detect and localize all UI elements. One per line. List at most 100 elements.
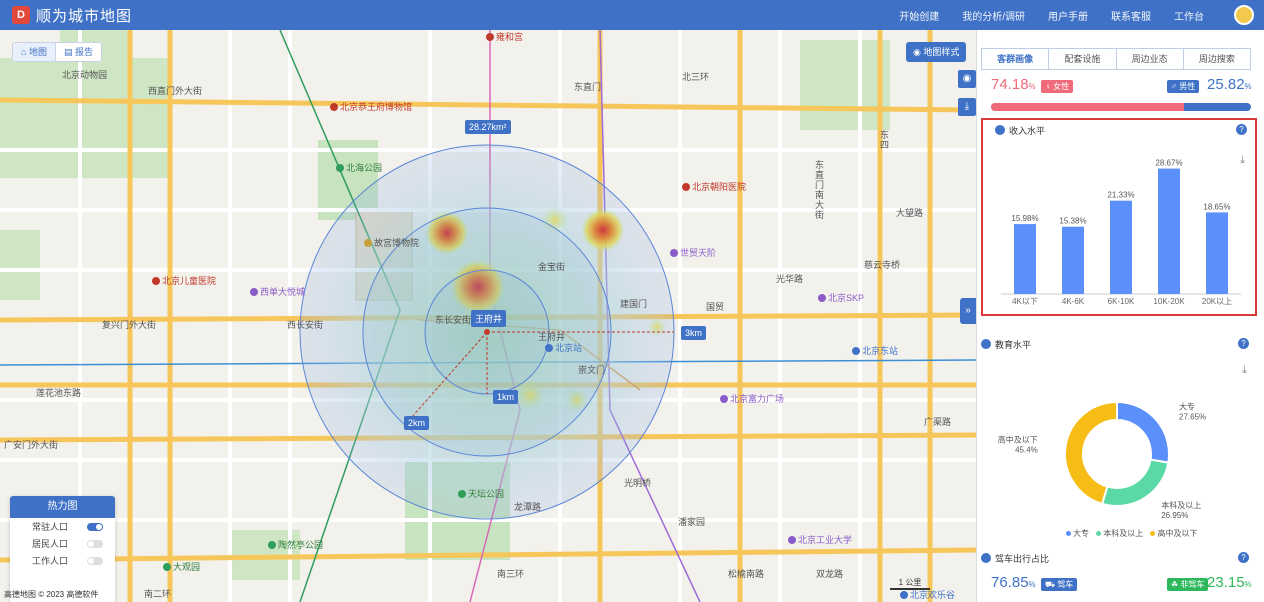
layer-toggle-resident[interactable]	[87, 522, 103, 531]
map-label: 金宝街	[538, 262, 566, 272]
center-label: 王府井	[471, 310, 507, 327]
income-category-label: 6K-10K	[1108, 297, 1135, 306]
poi-r-and-f-plaza: 北京富力广场	[720, 392, 784, 405]
tab-map[interactable]: ⌂ 地图	[13, 43, 56, 61]
poi-yonghegong: 雍和宫	[486, 30, 523, 43]
poi-the-place: 世贸天阶	[670, 246, 716, 259]
education-donut-chart: 大专27.65% 本科及以上26.95% 高中及以下45.4%	[998, 400, 1206, 520]
park-chaoyang	[800, 40, 890, 130]
male-icon: ♂	[1171, 82, 1180, 91]
gender-bar	[991, 103, 1251, 111]
map-mode-switch: ⌂ 地图 ▤ 报告	[12, 42, 102, 62]
buffer-area-label: 28.27km²	[465, 120, 511, 134]
app-logo[interactable]: D	[12, 6, 30, 24]
map-label: 龙潭路	[514, 502, 542, 512]
tab-business[interactable]: 周边业态	[1117, 49, 1184, 69]
income-category-label: 4K以下	[1012, 297, 1038, 306]
layer-toggle-residence[interactable]	[87, 539, 103, 548]
help-icon[interactable]: ?	[1238, 552, 1249, 563]
help-icon[interactable]: ?	[1238, 338, 1249, 349]
education-slice	[1100, 458, 1170, 507]
chevron-right-icon: »	[965, 305, 971, 316]
user-avatar[interactable]	[1234, 5, 1254, 25]
radius-label-3km: 3km	[681, 326, 707, 340]
income-category-label: 4K-6K	[1062, 297, 1085, 306]
graduation-cap-icon	[981, 339, 991, 349]
car-icon: ⛟	[1045, 580, 1058, 589]
map-label: 南三环	[497, 569, 525, 579]
gender-ratio: 74.18% ♀ 女性 ♂ 男性 25.82%	[991, 76, 1253, 98]
help-icon[interactable]: ?	[1236, 124, 1247, 135]
nav-start-create[interactable]: 开始创建	[899, 8, 939, 23]
income-value-label: 21.33%	[1107, 191, 1134, 200]
panel-collapse-button[interactable]: »	[960, 298, 976, 324]
panel-tabs: 客群画像 配套设施 周边业态 周边搜索	[981, 48, 1251, 70]
map-label: 西直门外大街	[148, 86, 203, 96]
layer-item-resident: 常驻人口	[10, 518, 115, 535]
poi-bjut: 北京工业大学	[788, 533, 852, 546]
layer-toggle-work[interactable]	[87, 556, 103, 565]
map-label: 崇文门	[578, 365, 606, 375]
nav-contact-service[interactable]: 联系客服	[1111, 8, 1151, 23]
poi-forbidden-city: 故宫博物院	[364, 236, 419, 249]
income-bar	[1158, 168, 1180, 294]
download-icon[interactable]: ⤓	[958, 98, 976, 116]
male-percent: 25.82%	[1207, 76, 1252, 93]
poi-museum: 北京恭王府博物馆	[330, 100, 412, 113]
eye-icon[interactable]: ◉	[958, 70, 976, 88]
gender-bar-female-fill	[991, 103, 1184, 111]
income-card: 收入水平 ? ⤓ 15.98% 4K以下 15.38% 4K-6K 21.33% 6K-1…	[981, 118, 1257, 316]
map-label: 慈云寺桥	[864, 260, 901, 270]
map-label: 国贸	[706, 302, 725, 312]
poi-skp: 北京SKP	[818, 291, 864, 304]
poi-xidan-joycity: 西单大悦城	[250, 285, 305, 298]
map-label: 复兴门外大街	[102, 320, 157, 330]
drive-badge: ⛟ 驾车	[1041, 578, 1078, 591]
poi-beihai: 北海公园	[336, 161, 382, 174]
map-label: 光明桥	[624, 478, 652, 488]
nav-user-manual[interactable]: 用户手册	[1048, 8, 1088, 23]
map-label: 西长安街	[287, 320, 324, 330]
income-value-label: 28.67%	[1155, 159, 1182, 168]
map-label: 松榆南路	[728, 569, 765, 579]
tab-search[interactable]: 周边搜索	[1184, 49, 1250, 69]
nav-workspace[interactable]: 工作台	[1174, 8, 1204, 23]
tab-report[interactable]: ▤ 报告	[56, 43, 101, 61]
radius-label-2km: 2km	[404, 416, 430, 430]
income-bar	[1014, 224, 1036, 294]
map-label: 南二环	[144, 589, 172, 599]
map-label: 莲花池东路	[36, 388, 82, 398]
education-slice	[1116, 400, 1170, 464]
education-slice-value: 45.4%	[1015, 445, 1038, 454]
female-icon: ♀	[1045, 82, 1054, 91]
map-label: 东长安街	[435, 315, 472, 325]
education-title: 教育水平	[995, 339, 1032, 350]
map-style-button[interactable]: ◉ 地图样式	[906, 42, 967, 62]
layer-item-work: 工作人口	[10, 552, 115, 569]
poi-beijing-east-station: 北京东站	[852, 344, 898, 357]
map-label: 广安门外大街	[4, 440, 59, 450]
tab-customer-profile[interactable]: 客群画像	[982, 49, 1050, 69]
female-percent: 74.18%	[991, 76, 1036, 93]
female-badge: ♀ 女性	[1041, 80, 1074, 93]
income-bar	[1206, 212, 1228, 294]
palette-icon: ◉	[913, 47, 924, 57]
income-bar	[1062, 226, 1084, 294]
top-nav: 开始创建 我的分析/调研 用户手册 联系客服 工作台	[876, 0, 1204, 30]
heatmap-layer-popup: 热力图 常驻人口 居民人口 工作人口	[10, 496, 115, 602]
income-icon	[995, 125, 1005, 135]
poi-children-hospital: 北京儿童医院	[152, 274, 216, 287]
education-slice-name: 本科及以上	[1161, 500, 1201, 510]
poi-chaoyang-hospital: 北京朝阳医院	[682, 180, 746, 193]
map-label: 大望路	[896, 208, 924, 218]
map-copyright: 高德地图 © 2023 高德软件	[4, 590, 99, 599]
map-label: 潘家园	[678, 517, 706, 527]
education-legend: 大专 本科及以上 高中及以下	[1061, 528, 1197, 539]
non-drive-percent: 23.15%	[1207, 574, 1252, 591]
education-card: 教育水平 ? ⤓ 大专 27.65% 本科及以上 26.95% 高中及以下 45.4% 大…	[981, 334, 1257, 544]
income-title: 收入水平	[1009, 125, 1046, 136]
tab-facilities[interactable]: 配套设施	[1049, 49, 1117, 69]
travel-ratio: 76.85% ⛟ 驾车 ☘ 非驾车 23.15%	[991, 570, 1253, 594]
map-canvas[interactable]: 北京动物园 西直门外大街 北京恭王府博物馆 北海公园 故宫博物院 北京儿童医院 …	[0, 30, 976, 602]
nav-my-analysis[interactable]: 我的分析/调研	[962, 8, 1025, 23]
